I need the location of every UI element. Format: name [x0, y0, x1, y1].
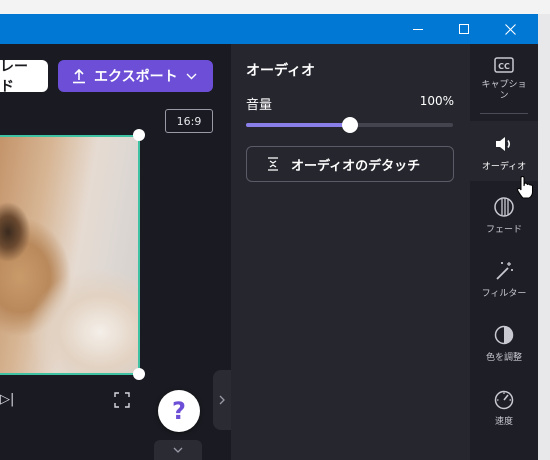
skip-to-end-icon[interactable]: ▷| [0, 392, 14, 407]
toolbar-item-label: フィルター [481, 289, 527, 299]
audio-panel: オーディオ 音量 100% オーディオのデタッチ [231, 44, 470, 460]
close-button[interactable] [487, 14, 533, 44]
editor-area: レード エクスポート 16:9 ▷| ? [0, 44, 231, 460]
volume-label: 音量 [246, 98, 273, 113]
volume-slider-handle[interactable] [341, 117, 358, 133]
panel-title: オーディオ [246, 63, 316, 79]
svg-text:CC: CC [498, 62, 510, 71]
detach-icon [268, 157, 278, 171]
export-button[interactable]: エクスポート [58, 60, 213, 92]
video-canvas[interactable] [0, 135, 140, 375]
title-bar [0, 14, 538, 44]
detach-audio-button[interactable]: オーディオのデタッチ [246, 146, 454, 182]
help-button[interactable]: ? [158, 390, 200, 432]
speedometer-icon [494, 390, 514, 410]
resize-handle-bottom-right[interactable] [133, 368, 145, 380]
volume-value: 100% [419, 94, 454, 108]
maximize-icon [459, 24, 469, 34]
maximize-button[interactable] [441, 14, 487, 44]
volume-slider-fill [246, 123, 350, 127]
fullscreen-icon [114, 392, 130, 408]
volume-slider[interactable] [246, 117, 453, 133]
toolbar-item-fade[interactable]: フェード [470, 196, 538, 240]
toolbar-item-label: オーディオ [481, 162, 527, 172]
aspect-ratio-button[interactable]: 16:9 [165, 109, 213, 133]
window-shadow [538, 14, 550, 460]
panel-collapse-toggle[interactable] [213, 370, 231, 430]
minimize-button[interactable] [395, 14, 441, 44]
toolbar-item-label: フェード [485, 225, 522, 235]
desktop-background [0, 0, 550, 14]
toolbar-item-filter[interactable]: フィルター [470, 260, 538, 304]
cat-video-frame [0, 137, 138, 373]
detach-audio-label: オーディオのデタッチ [291, 158, 421, 174]
toolbar-item-label: キャプション [481, 80, 527, 101]
contrast-icon [494, 325, 514, 345]
toolbar-item-color-adjust[interactable]: 色を調整 [470, 324, 538, 368]
speaker-icon [496, 137, 511, 151]
upgrade-button-label: レード [0, 59, 28, 95]
right-toolbar: CC キャプション オーディオ フェード フィルター 色を調整 速度 [470, 44, 538, 460]
timeline-expand-tab[interactable] [154, 440, 202, 460]
export-button-label: エクスポート [94, 69, 178, 85]
fade-icon [494, 197, 514, 217]
cc-icon: CC [494, 57, 514, 73]
toolbar-item-speed[interactable]: 速度 [470, 388, 538, 432]
minimize-icon [413, 28, 423, 30]
upgrade-button[interactable]: レード [0, 59, 48, 95]
toolbar-item-captions[interactable]: CC キャプション [470, 54, 538, 112]
toolbar-item-audio[interactable]: オーディオ [470, 121, 538, 181]
aspect-ratio-label: 16:9 [176, 114, 202, 128]
help-icon: ? [172, 397, 186, 425]
fullscreen-button[interactable] [114, 392, 130, 408]
resize-handle-top-right[interactable] [133, 129, 145, 141]
toolbar-divider [480, 113, 528, 114]
upload-icon [73, 68, 85, 84]
magic-wand-icon [496, 262, 513, 280]
chevron-down-icon [173, 447, 183, 453]
chevron-down-icon [186, 73, 197, 79]
close-icon [504, 23, 516, 35]
toolbar-item-label: 色を調整 [485, 353, 522, 363]
chevron-right-icon [219, 395, 225, 405]
toolbar-item-label: 速度 [494, 417, 513, 427]
hand-cursor-icon [517, 176, 533, 199]
